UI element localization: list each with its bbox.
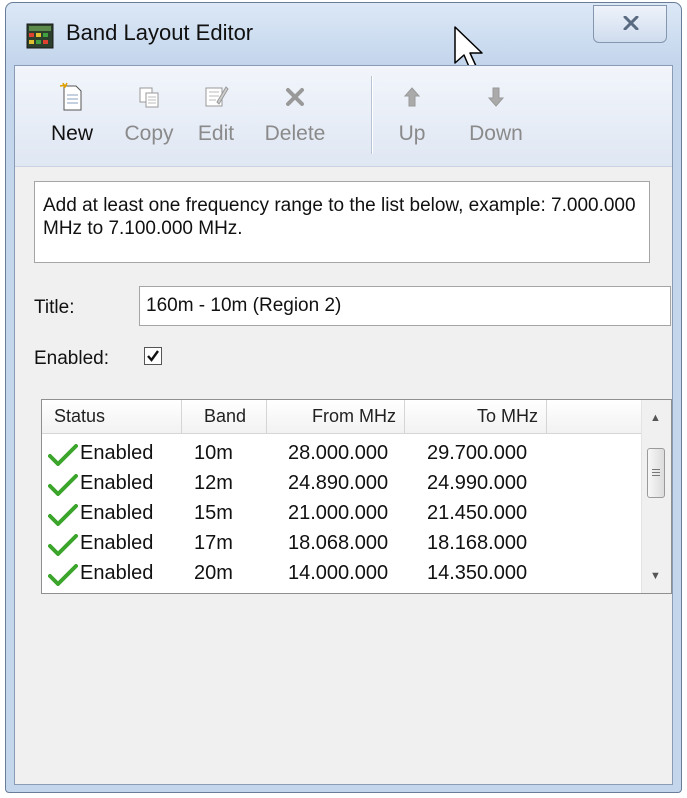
- grip-line: [652, 475, 660, 476]
- enabled-label: Enabled:: [34, 348, 110, 369]
- table-row[interactable]: Enabled 12m 24.890.000 24.990.000: [42, 468, 642, 498]
- title-input[interactable]: [139, 286, 671, 326]
- table-row[interactable]: Enabled 15m 21.000.000 21.450.000: [42, 498, 642, 528]
- table-row[interactable]: Enabled 17m 18.068.000 18.168.000: [42, 528, 642, 558]
- arrow-down-icon: [487, 87, 505, 107]
- vertical-scrollbar[interactable]: ▲ ▼: [641, 400, 671, 593]
- status-cell: Enabled: [80, 562, 154, 584]
- list-header: Status Band From MHz To MHz: [42, 400, 642, 434]
- status-cell: Enabled: [80, 472, 154, 494]
- from-cell: 28.000.000: [288, 442, 389, 464]
- new-label: New: [50, 122, 93, 145]
- grip-line: [652, 469, 660, 470]
- band-cell: 17m: [194, 532, 233, 554]
- status-cell: Enabled: [80, 442, 154, 464]
- green-checkmark-icon: [48, 504, 78, 526]
- window-title: Band Layout Editor: [66, 20, 254, 45]
- band-layout-editor-window: Band Layout Editor New Copy Edit Delete …: [5, 2, 682, 793]
- new-button[interactable]: New: [45, 82, 99, 152]
- green-checkmark-icon: [48, 564, 78, 586]
- toolbar: New Copy Edit Delete Up Down: [15, 66, 672, 167]
- delete-label: Delete: [264, 122, 326, 145]
- title-label: Title:: [34, 297, 75, 318]
- to-cell: 14.350.000: [427, 562, 528, 584]
- band-cell: 15m: [194, 502, 233, 524]
- from-cell: 18.068.000: [288, 532, 389, 554]
- column-filler: [547, 400, 642, 433]
- new-document-icon: [59, 82, 82, 111]
- down-button[interactable]: Down: [463, 82, 529, 152]
- from-cell: 24.890.000: [288, 472, 389, 494]
- green-checkmark-icon: [48, 534, 78, 556]
- table-row[interactable]: Enabled 20m 14.000.000 14.350.000: [42, 558, 642, 588]
- from-cell: 14.000.000: [288, 562, 389, 584]
- edit-label: Edit: [197, 122, 235, 145]
- band-cell: 20m: [194, 562, 233, 584]
- copy-label: Copy: [124, 122, 174, 145]
- column-band[interactable]: Band: [182, 400, 267, 433]
- up-label: Up: [398, 122, 426, 145]
- column-status[interactable]: Status: [42, 400, 182, 433]
- to-cell: 18.168.000: [427, 532, 528, 554]
- column-from-mhz[interactable]: From MHz: [267, 400, 405, 433]
- grip-line: [652, 472, 660, 473]
- checkmark-icon: [147, 350, 159, 362]
- scroll-down-arrow-icon[interactable]: ▼: [650, 570, 661, 582]
- band-layout-app-icon: [26, 23, 54, 49]
- to-cell: 24.990.000: [427, 472, 528, 494]
- toolbar-separator: [371, 76, 373, 154]
- edit-button[interactable]: Edit: [191, 82, 241, 152]
- copy-icon: [139, 87, 159, 108]
- down-label: Down: [469, 122, 523, 145]
- band-cell: 12m: [194, 472, 233, 494]
- band-cell: 10m: [194, 442, 233, 464]
- up-button[interactable]: Up: [393, 82, 431, 152]
- arrow-up-icon: [403, 87, 421, 107]
- dialog-client-area: New Copy Edit Delete Up Down Add at leas…: [14, 65, 673, 785]
- info-message: Add at least one frequency range to the …: [34, 181, 650, 263]
- green-checkmark-icon: [48, 444, 78, 466]
- table-row[interactable]: Enabled 10m 28.000.000 29.700.000: [42, 438, 642, 468]
- enabled-checkbox[interactable]: [144, 347, 162, 365]
- title-bar[interactable]: Band Layout Editor: [6, 3, 681, 65]
- copy-button[interactable]: Copy: [119, 82, 179, 152]
- band-list[interactable]: Status Band From MHz To MHz Enabled 10m …: [41, 399, 672, 594]
- delete-button[interactable]: Delete: [257, 82, 333, 152]
- scroll-up-arrow-icon[interactable]: ▲: [650, 412, 661, 424]
- from-cell: 21.000.000: [288, 502, 389, 524]
- to-cell: 21.450.000: [427, 502, 528, 524]
- status-cell: Enabled: [80, 502, 154, 524]
- edit-icon: [205, 86, 229, 107]
- close-icon: [623, 16, 639, 30]
- close-button[interactable]: [593, 5, 667, 43]
- status-cell: Enabled: [80, 532, 154, 554]
- delete-x-icon: [286, 88, 304, 106]
- column-to-mhz[interactable]: To MHz: [405, 400, 547, 433]
- green-checkmark-icon: [48, 474, 78, 496]
- scroll-thumb[interactable]: [647, 448, 665, 498]
- to-cell: 29.700.000: [427, 442, 528, 464]
